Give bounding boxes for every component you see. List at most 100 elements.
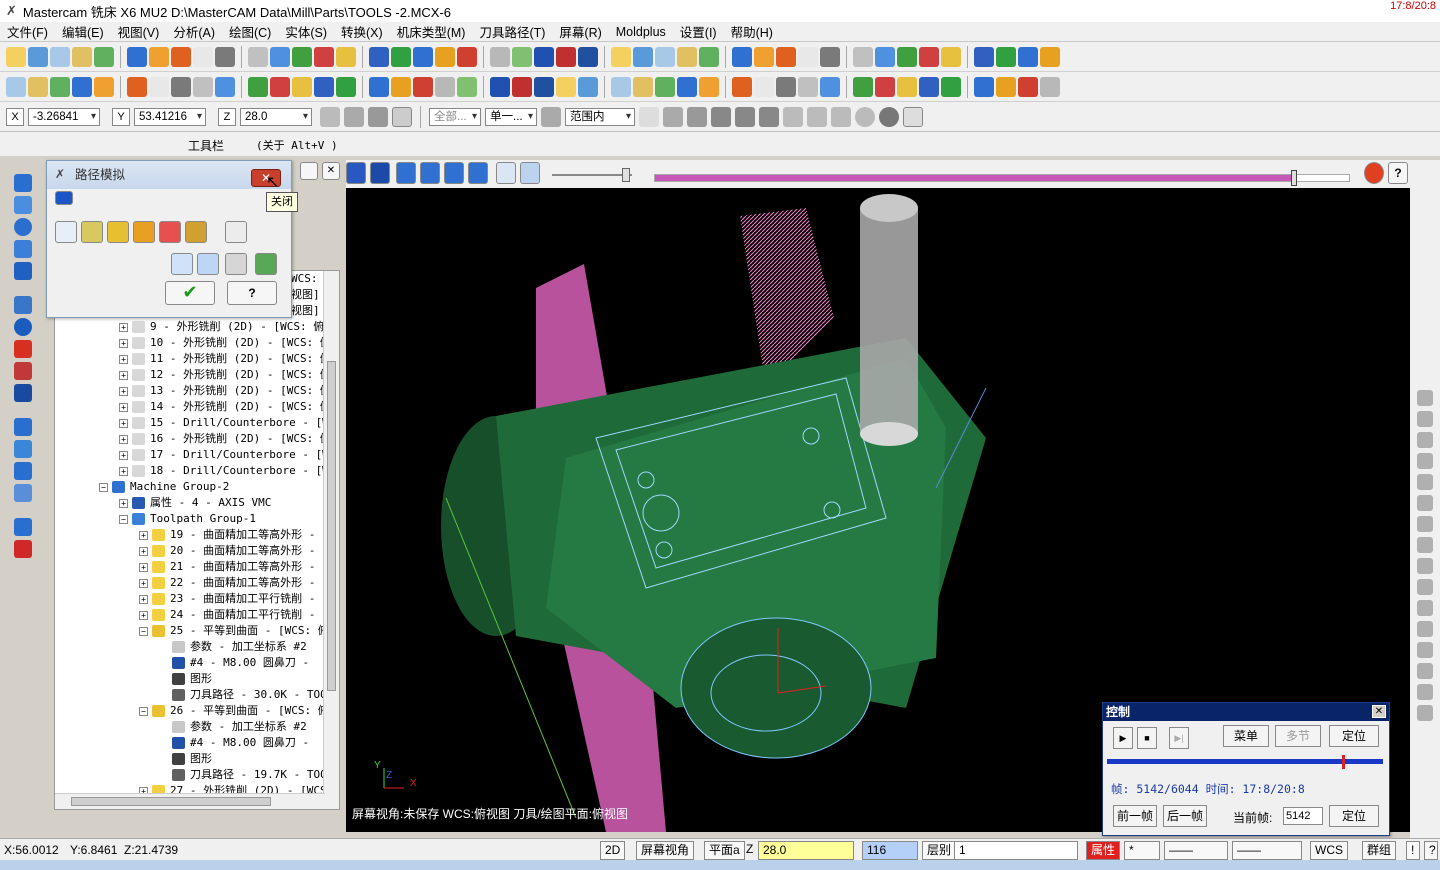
- run-mode-icon[interactable]: [520, 162, 540, 184]
- tb2-tool-32-icon[interactable]: [776, 76, 796, 97]
- locate-frame-button[interactable]: 定位: [1329, 805, 1379, 827]
- menu-item-2[interactable]: 视图(V): [111, 22, 167, 41]
- tree-expand-icon[interactable]: +: [139, 610, 148, 620]
- move-insert-icon[interactable]: [14, 418, 32, 436]
- tree-row[interactable]: 参数 - 加工坐标系 #2: [55, 639, 339, 655]
- screenshot-icon[interactable]: [225, 253, 247, 275]
- tb2-tool-43-icon[interactable]: [1040, 76, 1060, 97]
- close-bar-icon[interactable]: ✕: [322, 162, 340, 180]
- tb2-tool-2-icon[interactable]: [50, 76, 70, 97]
- ctrl-stop-icon[interactable]: ■: [1137, 727, 1157, 749]
- tree-row[interactable]: +15 - Drill/Counterbore - [WCS:: [55, 415, 339, 431]
- tb1-tool-27-icon[interactable]: [655, 46, 675, 67]
- tree-expand-icon[interactable]: −: [99, 482, 108, 492]
- tb1-tool-24-icon[interactable]: [578, 46, 598, 67]
- tb2-tool-31-icon[interactable]: [754, 76, 774, 97]
- screen-view-button[interactable]: 屏幕视角: [636, 841, 695, 860]
- toggle-post-icon[interactable]: [14, 384, 32, 402]
- help-icon[interactable]: [392, 106, 412, 127]
- tree-vertical-scrollbar[interactable]: [323, 271, 339, 809]
- x-coord-input[interactable]: -3.26841: [28, 107, 100, 126]
- tree-expand-icon[interactable]: +: [119, 402, 128, 412]
- tree-row[interactable]: +22 - 曲面精加工等高外形 - [WCS:: [55, 575, 339, 591]
- scroll-thumb[interactable]: [327, 361, 336, 691]
- tb2-tool-6-icon[interactable]: [149, 76, 169, 97]
- display-holder-icon[interactable]: [107, 221, 129, 243]
- wcs-button[interactable]: WCS: [1310, 841, 1348, 860]
- regenerate-icon[interactable]: [14, 218, 32, 236]
- tb2-tool-42-icon[interactable]: [1018, 76, 1038, 97]
- tree-row[interactable]: +23 - 曲面精加工平行铣削 - [WCS:: [55, 591, 339, 607]
- tb1-tool-16-icon[interactable]: [391, 46, 411, 67]
- transform-icon[interactable]: [1417, 411, 1433, 427]
- layer-button[interactable]: 层别: [922, 841, 957, 860]
- tb1-tool-14-icon[interactable]: [336, 46, 356, 67]
- undo-select-icon[interactable]: [807, 106, 827, 127]
- tb2-tool-37-icon[interactable]: [897, 76, 917, 97]
- tree-row[interactable]: − 25 - 平等到曲面 - [WCS: 俯视图]: [55, 623, 339, 639]
- tb2-tool-7-icon[interactable]: [171, 76, 191, 97]
- verify-selection-icon[interactable]: [541, 106, 561, 127]
- chain-icon[interactable]: [1417, 684, 1433, 700]
- playback-progress-track[interactable]: [654, 174, 1350, 182]
- tree-expand-icon[interactable]: +: [139, 546, 148, 556]
- tb2-tool-35-icon[interactable]: [853, 76, 873, 97]
- tb1-tool-4-icon[interactable]: [94, 46, 114, 67]
- tree-row[interactable]: 刀具路径 - 30.0K - TOOLS.NC: [55, 687, 339, 703]
- prev-step-icon[interactable]: [420, 162, 440, 184]
- no-select-icon[interactable]: [855, 106, 875, 127]
- menu-item-7[interactable]: 机床类型(M): [390, 22, 473, 41]
- drag-icon[interactable]: [1417, 663, 1433, 679]
- tree-row[interactable]: #4 - M8.00 圆鼻刀 -: [55, 735, 339, 751]
- menu-item-3[interactable]: 分析(A): [166, 22, 222, 41]
- tree-row[interactable]: +9 - 外形铣削 (2D) - [WCS: 俯视图: [55, 319, 339, 335]
- tree-expand-icon[interactable]: +: [139, 594, 148, 604]
- tb2-tool-39-icon[interactable]: [941, 76, 961, 97]
- control-title-bar[interactable]: 控制 ✕: [1103, 703, 1389, 721]
- select-all-button[interactable]: 全部...: [429, 107, 481, 126]
- plane-button[interactable]: 平面a: [704, 841, 745, 860]
- tb1-tool-21-icon[interactable]: [512, 46, 532, 67]
- tree-expand-icon[interactable]: +: [119, 466, 128, 476]
- post-icon[interactable]: [14, 240, 32, 258]
- menu-item-8[interactable]: 刀具路径(T): [472, 22, 552, 41]
- tb2-tool-21-icon[interactable]: [512, 76, 532, 97]
- ctrl-multi-button[interactable]: 多节: [1275, 725, 1321, 747]
- tb1-tool-30-icon[interactable]: [732, 46, 752, 67]
- tb2-tool-16-icon[interactable]: [391, 76, 411, 97]
- tree-expand-icon[interactable]: +: [119, 418, 128, 428]
- select-all-ops-icon[interactable]: [14, 196, 32, 214]
- autocursor-icon[interactable]: [344, 106, 364, 127]
- offset-icon[interactable]: [1417, 516, 1433, 532]
- tree-expand-icon[interactable]: +: [119, 434, 128, 444]
- tb1-tool-41-icon[interactable]: [996, 46, 1016, 67]
- layer-input[interactable]: 1: [954, 841, 1078, 860]
- chain-mode-icon[interactable]: [639, 106, 659, 127]
- tb1-tool-8-icon[interactable]: [193, 46, 213, 67]
- menu-item-6[interactable]: 转换(X): [334, 22, 390, 41]
- tb1-tool-19-icon[interactable]: [457, 46, 477, 67]
- tb1-tool-29-icon[interactable]: [699, 46, 719, 67]
- rotate-icon[interactable]: [1417, 453, 1433, 469]
- tree-row[interactable]: +12 - 外形铣削 (2D) - [WCS: 俯视: [55, 367, 339, 383]
- tb1-tool-6-icon[interactable]: [149, 46, 169, 67]
- tb1-tool-35-icon[interactable]: [853, 46, 873, 67]
- tb1-tool-20-icon[interactable]: [490, 46, 510, 67]
- menu-item-9[interactable]: 屏幕(R): [552, 22, 608, 41]
- tree-row[interactable]: +10 - 外形铣削 (2D) - [WCS: 俯视: [55, 335, 339, 351]
- dimension-icon[interactable]: [1417, 390, 1433, 406]
- speed-slider[interactable]: [552, 174, 632, 176]
- status-exclaim-icon[interactable]: !: [1406, 841, 1420, 860]
- tree-expand-icon[interactable]: +: [139, 578, 148, 588]
- clear-select-icon[interactable]: [831, 106, 851, 127]
- tb1-tool-1-icon[interactable]: [28, 46, 48, 67]
- tree-row[interactable]: +19 - 曲面精加工等高外形 - [WCS:: [55, 527, 339, 543]
- expand-icon[interactable]: [55, 191, 73, 205]
- menu-item-10[interactable]: Moldplus: [609, 25, 673, 39]
- tb1-tool-28-icon[interactable]: [677, 46, 697, 67]
- toolpath-options-icon[interactable]: [14, 540, 32, 558]
- tb1-tool-40-icon[interactable]: [974, 46, 994, 67]
- tree-horizontal-scrollbar[interactable]: [55, 793, 325, 809]
- tb2-tool-24-icon[interactable]: [578, 76, 598, 97]
- line-width-dropdown[interactable]: ——: [1232, 841, 1302, 860]
